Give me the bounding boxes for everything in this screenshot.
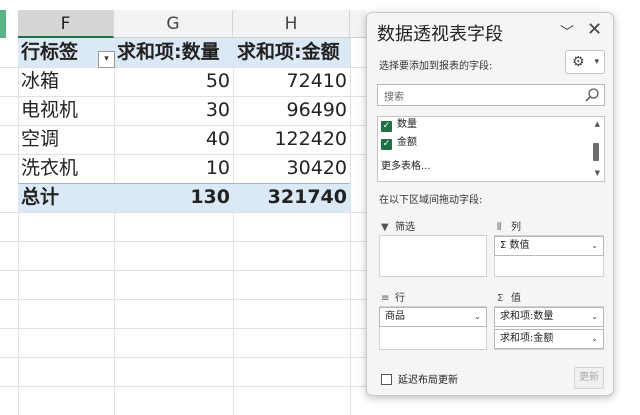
pivot-qty-cell[interactable]: 40	[114, 125, 233, 154]
gridline	[0, 299, 366, 300]
column-header-f[interactable]: F	[18, 10, 114, 38]
chevron-down-icon[interactable]: ⌄	[474, 308, 481, 326]
tools-button[interactable]: ⚙ ▾	[565, 50, 605, 74]
drag-fields-label: 在以下区域间拖动字段:	[379, 195, 483, 206]
column-header-h[interactable]: H	[233, 10, 350, 38]
update-button[interactable]: 更新	[574, 367, 604, 389]
gridline	[0, 241, 366, 242]
field-item-amount[interactable]: ✓ 金额	[381, 135, 417, 151]
gridline	[0, 357, 366, 358]
pivot-qty-cell[interactable]: 30	[114, 96, 233, 125]
pivot-total-label[interactable]: 总计	[18, 183, 114, 212]
values-item-qty[interactable]: 求和项:数量 ⌄	[494, 307, 604, 327]
defer-label: 延迟布局更新	[398, 375, 458, 386]
search-icon[interactable]	[584, 87, 600, 103]
zone-item-label: 求和项:数量	[500, 311, 554, 322]
values-item-amount[interactable]: 求和项:金额 ⌄	[494, 329, 604, 349]
columns-zone-title: ⫴ 列	[497, 218, 521, 233]
zone-item-label: 求和项:金额	[500, 333, 554, 344]
rows-zone-title: ≡ 行	[381, 289, 405, 304]
columns-item-values[interactable]: Σ 数值 ⌄	[494, 236, 604, 256]
selection-marker	[0, 10, 6, 38]
column-header-g[interactable]: G	[114, 10, 233, 38]
pivot-row-label[interactable]: 洗衣机	[18, 154, 114, 183]
pivot-qty-header[interactable]: 求和项:数量	[116, 38, 233, 67]
defer-layout-update[interactable]: 延迟布局更新	[381, 371, 458, 386]
filter-drop-zone[interactable]	[379, 235, 487, 277]
field-item-qty[interactable]: ✓ 数量	[381, 117, 417, 133]
values-zone-title: Σ值	[497, 289, 521, 304]
search-placeholder: 搜索	[384, 92, 404, 103]
chevron-down-icon[interactable]: ⌄	[591, 308, 598, 326]
columns-zone-label: 列	[511, 222, 521, 233]
pivot-fields-panel: 数据透视表字段 ﹀ ✕ 选择要添加到报表的字段: ⚙ ▾ 搜索 ✓ 数量 ✓ 金额 …	[366, 12, 614, 396]
zone-item-label: 商品	[385, 311, 405, 322]
chevron-down-icon[interactable]: ⌄	[591, 237, 598, 255]
pivot-qty-cell[interactable]: 50	[114, 67, 233, 96]
gridline	[350, 38, 351, 415]
checkbox-checked-icon[interactable]: ✓	[381, 139, 392, 150]
field-label: 金额	[397, 137, 417, 148]
chevron-down-icon[interactable]: ⌄	[591, 330, 598, 348]
filter-icon: ▼	[381, 222, 389, 233]
filter-zone-label: 筛选	[395, 222, 415, 233]
close-icon[interactable]: ✕	[587, 19, 602, 40]
pivot-amount-cell[interactable]: 96490	[233, 96, 350, 125]
scroll-down-icon[interactable]: ▼	[595, 169, 600, 177]
pivot-amount-cell[interactable]: 122420	[233, 125, 350, 154]
pivot-total-amount[interactable]: 321740	[233, 183, 350, 212]
gridline	[0, 212, 366, 213]
panel-title: 数据透视表字段	[377, 24, 503, 45]
pivot-row-label[interactable]: 冰箱	[18, 67, 114, 96]
column-header-i[interactable]	[350, 10, 366, 38]
zone-item-label: Σ 数值	[500, 240, 530, 251]
filter-zone-title: ▼ 筛选	[381, 218, 415, 233]
pivot-amount-cell[interactable]: 30420	[233, 154, 350, 183]
collapse-chevron-icon[interactable]: ﹀	[560, 22, 574, 42]
values-zone-label: 值	[511, 293, 521, 304]
pivot-row-label[interactable]: 电视机	[18, 96, 114, 125]
pivot-qty-cell[interactable]: 10	[114, 154, 233, 183]
field-list: ✓ 数量 ✓ 金额 更多表格... ▲ ▼	[377, 116, 605, 182]
sigma-icon: Σ	[497, 293, 504, 304]
scrollbar-thumb[interactable]	[593, 143, 599, 161]
gridline	[0, 270, 366, 271]
gridline	[0, 328, 366, 329]
pivot-total-qty[interactable]: 130	[114, 183, 233, 212]
gridline	[0, 386, 366, 387]
field-label: 数量	[397, 119, 417, 130]
more-tables-link[interactable]: 更多表格...	[381, 157, 431, 172]
field-search-input[interactable]: 搜索	[377, 84, 605, 106]
scroll-up-icon[interactable]: ▲	[595, 120, 600, 128]
rows-zone-label: 行	[395, 293, 405, 304]
defer-checkbox[interactable]	[381, 374, 392, 385]
columns-icon: ⫴	[497, 222, 502, 233]
checkbox-checked-icon[interactable]: ✓	[381, 121, 392, 132]
rows-icon: ≡	[381, 293, 390, 304]
pivot-amount-cell[interactable]: 72410	[233, 67, 350, 96]
pivot-amount-header[interactable]: 求和项:金额	[235, 38, 350, 67]
pivot-row-label[interactable]: 空调	[18, 125, 114, 154]
choose-fields-label: 选择要添加到报表的字段:	[379, 61, 493, 72]
chevron-down-icon: ▾	[594, 57, 599, 67]
pivot-row-labels-header[interactable]: 行标签	[18, 38, 98, 67]
gear-icon: ⚙	[572, 54, 585, 70]
row-labels-filter-button[interactable]: ▾	[98, 51, 115, 68]
rows-item-product[interactable]: 商品 ⌄	[379, 307, 487, 327]
